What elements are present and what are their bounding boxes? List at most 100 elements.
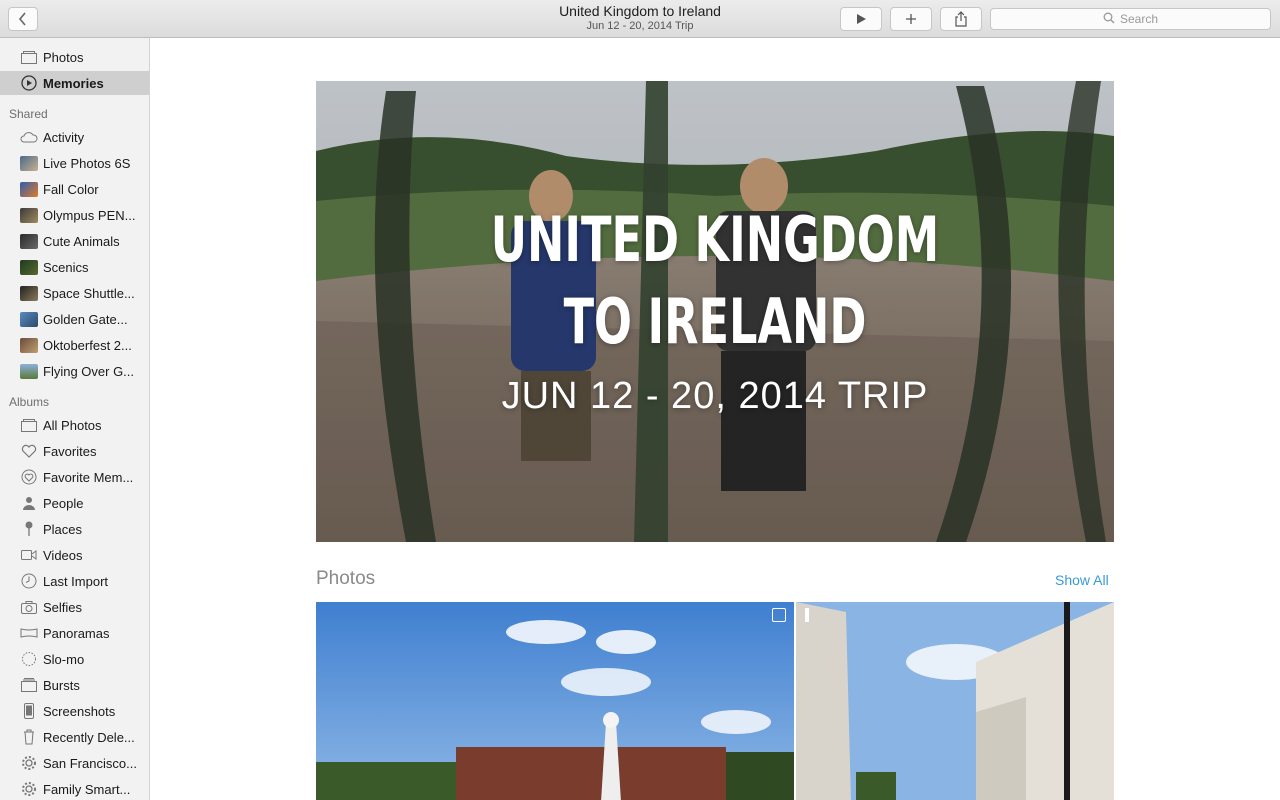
sidebar-item-last-import[interactable]: Last Import (0, 569, 149, 593)
sidebar-item-shared-album[interactable]: Flying Over G... (0, 359, 149, 383)
gear-icon (20, 781, 38, 797)
album-thumb (20, 363, 38, 379)
sidebar-item-shared-album[interactable]: Scenics (0, 255, 149, 279)
palace-photo (316, 602, 794, 800)
sidebar-item-label: Panoramas (43, 625, 110, 641)
sidebar-item-label: Flying Over G... (43, 363, 135, 379)
sidebar-item-videos[interactable]: Videos (0, 543, 149, 567)
sidebar-item-label: Activity (43, 129, 85, 145)
sidebar-item-shared-album[interactable]: Fall Color (0, 177, 149, 201)
album-thumb (20, 233, 38, 249)
hero-title-line2: TO IRELAND (563, 285, 867, 358)
sidebar-item-label: Selfies (43, 599, 83, 615)
memory-hero-image[interactable]: UNITED KINGDOM TO IRELAND JUN 12 - 20, 2… (316, 81, 1114, 542)
sidebar-item-favorites[interactable]: Favorites (0, 439, 149, 463)
sidebar-item-label: Favorites (43, 443, 97, 459)
sidebar-item-favorite-memories[interactable]: Favorite Mem... (0, 465, 149, 489)
album-thumb (20, 155, 38, 171)
sidebar-item-label: San Francisco... (43, 755, 137, 771)
album-thumb (20, 337, 38, 353)
video-icon (20, 547, 38, 563)
sidebar-item-shared-album[interactable]: Cute Animals (0, 229, 149, 253)
sidebar-item-label: All Photos (43, 417, 102, 433)
sidebar-item-shared-album[interactable]: Golden Gate... (0, 307, 149, 331)
sidebar-item-label: Last Import (43, 573, 109, 589)
sidebar-item-label: Photos (43, 49, 84, 65)
sidebar-item-shared-album[interactable]: Oktoberfest 2... (0, 333, 149, 357)
title-text: United Kingdom to Ireland (559, 3, 721, 19)
sidebar-item-label: Cute Animals (43, 233, 120, 249)
watermark-text: Linked (1142, 755, 1227, 786)
sidebar-item-activity[interactable]: Activity (0, 125, 149, 149)
sidebar-item-label: Places (43, 521, 83, 537)
sidebar-item-screenshots[interactable]: Screenshots (0, 699, 149, 723)
hero-subtitle: JUN 12 - 20, 2014 TRIP (501, 375, 929, 417)
sidebar-item-memories[interactable]: Memories (0, 71, 149, 95)
sidebar-item-slo-mo[interactable]: Slo-mo (0, 647, 149, 671)
photo-thumbnail[interactable] (796, 602, 1114, 800)
street-photo (796, 602, 1114, 800)
linkedin-watermark: Linked in (1142, 755, 1260, 787)
share-button[interactable] (940, 7, 982, 31)
sidebar-item-label: Family Smart... (43, 781, 131, 797)
sidebar-item-label: Olympus PEN... (43, 207, 136, 223)
play-icon (855, 13, 867, 25)
album-thumb (20, 181, 38, 197)
cloud-icon (20, 129, 38, 145)
screenshot-icon (20, 703, 38, 719)
sidebar-item-shared-album[interactable]: Olympus PEN... (0, 203, 149, 227)
share-icon (954, 11, 968, 27)
bursts-icon (20, 677, 38, 693)
sidebar-item-photos[interactable]: Photos (0, 45, 149, 69)
search-icon (1103, 12, 1115, 27)
album-thumb (20, 285, 38, 301)
sidebar-item-label: Scenics (43, 259, 89, 275)
album-thumb (20, 207, 38, 223)
sidebar: Photos Memories Shared Activity Live Pho… (0, 38, 150, 800)
sidebar-item-label: Slo-mo (43, 651, 85, 667)
window-title: United Kingdom to Ireland Jun 12 - 20, 2… (440, 3, 840, 33)
heart-icon (20, 443, 38, 459)
sidebar-item-label: Golden Gate... (43, 311, 128, 327)
subtitle-text: Jun 12 - 20, 2014 Trip (586, 20, 694, 32)
sidebar-item-bursts[interactable]: Bursts (0, 673, 149, 697)
camera-icon (20, 599, 38, 615)
show-all-link[interactable]: Show All (1055, 572, 1109, 588)
sidebar-item-shared-album[interactable]: Space Shuttle... (0, 281, 149, 305)
sidebar-item-all-photos[interactable]: All Photos (0, 413, 149, 437)
sidebar-item-smart-album[interactable]: Family Smart... (0, 777, 149, 800)
sidebar-item-places[interactable]: Places (0, 517, 149, 541)
search-placeholder: Search (1119, 12, 1159, 26)
watermark-in: in (1228, 756, 1260, 786)
add-button[interactable] (890, 7, 932, 31)
hero-title-line1: UNITED KINGDOM (490, 203, 940, 276)
sidebar-item-label: Space Shuttle... (43, 285, 135, 301)
sidebar-item-label: Recently Dele... (43, 729, 135, 745)
memories-icon (20, 75, 38, 91)
back-button[interactable] (8, 7, 38, 31)
sidebar-item-panoramas[interactable]: Panoramas (0, 621, 149, 645)
sidebar-item-smart-album[interactable]: San Francisco... (0, 751, 149, 775)
plus-icon (905, 13, 917, 25)
clock-icon (20, 573, 38, 589)
sidebar-item-label: Oktoberfest 2... (43, 337, 132, 353)
pin-icon (20, 521, 38, 537)
hero-title: UNITED KINGDOM TO IRELAND (428, 199, 1003, 363)
person-icon (20, 495, 38, 511)
play-slideshow-button[interactable] (840, 7, 882, 31)
sidebar-item-label: Videos (43, 547, 83, 563)
sidebar-item-label: Live Photos 6S (43, 155, 131, 171)
photos-section-title: Photos (316, 568, 376, 589)
album-thumb (20, 311, 38, 327)
search-input[interactable]: Search (990, 8, 1271, 30)
sidebar-item-shared-album[interactable]: Live Photos 6S (0, 151, 149, 175)
sidebar-item-label: Favorite Mem... (43, 469, 134, 485)
album-thumb (20, 259, 38, 275)
slomo-icon (20, 651, 38, 667)
photo-thumbnail[interactable] (316, 602, 794, 800)
sidebar-item-selfies[interactable]: Selfies (0, 595, 149, 619)
sidebar-item-people[interactable]: People (0, 491, 149, 515)
photos-icon (20, 49, 38, 65)
sidebar-item-recently-deleted[interactable]: Recently Dele... (0, 725, 149, 749)
sidebar-item-label: People (43, 495, 84, 511)
